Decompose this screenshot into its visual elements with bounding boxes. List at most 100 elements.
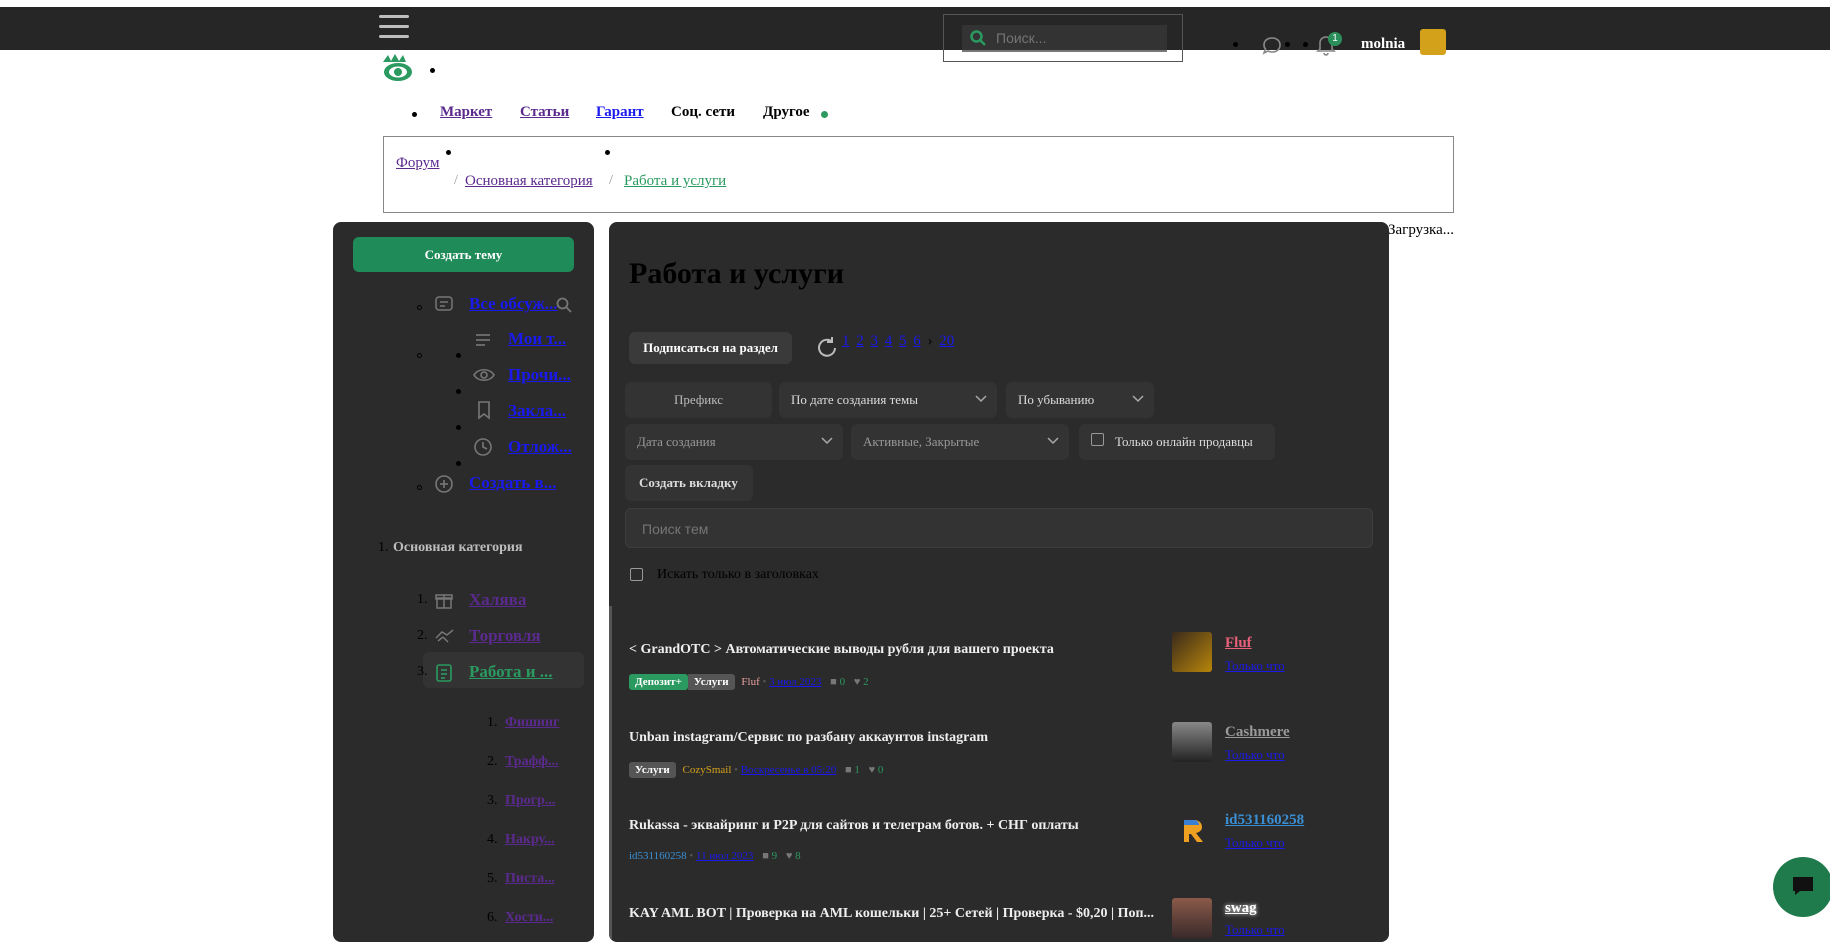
pagination: 1 2 3 4 5 6 › 20 [842,333,957,350]
create-thread-button[interactable]: Создать тему [353,237,574,272]
thread-author[interactable]: id531160258 [629,850,687,862]
subcategory-phishing[interactable]: Фишинг [505,715,570,731]
last-post-time[interactable]: Только что [1225,658,1285,674]
chat-icon[interactable] [1262,36,1282,56]
sort-select[interactable]: По дате создания темы [779,382,997,418]
list-bullet [1233,42,1238,47]
nav-garant[interactable]: Гарант [596,104,644,121]
page-link[interactable]: 1 [842,333,850,349]
thread-title[interactable]: Unban instagram/Сервис по разбану аккаун… [629,730,1159,746]
online-only-checkbox[interactable] [1091,433,1104,446]
sidebar-deferred[interactable]: Отлож... [508,437,584,457]
menu-icon[interactable] [379,15,409,41]
like-count: 8 [795,850,801,862]
breadcrumb-current[interactable]: Работа и услуги [624,173,726,190]
header-search-input[interactable] [994,27,1163,49]
search-icon[interactable] [555,296,573,314]
list-bullet [605,150,610,155]
sidebar-bookmarks[interactable]: Закла... [508,401,584,421]
chevron-down-icon [821,437,833,445]
thread-date[interactable]: Воскресенье в 05:20 [741,764,836,776]
subcategory-hosting[interactable]: Хости... [505,910,570,926]
avatar[interactable] [1172,898,1212,938]
clipboard-icon [436,664,452,682]
last-poster[interactable]: Cashmere [1225,724,1290,741]
sidebar-create-tab[interactable]: Создать в... [469,473,569,493]
avatar[interactable] [1172,722,1212,762]
breadcrumb-forum[interactable]: Форум [396,155,439,172]
site-logo[interactable] [381,52,415,86]
page-link[interactable]: 6 [913,333,921,349]
last-poster[interactable]: swag [1225,900,1257,917]
sidebar-my-threads[interactable]: Мои т... [508,329,584,349]
page-link[interactable]: 2 [856,333,864,349]
date-select[interactable]: Дата создания [625,424,843,460]
category-freebies[interactable]: Халява [469,590,569,610]
sidebar-all-discussions[interactable]: Все обсуж... [469,294,559,314]
chat-button[interactable] [1773,857,1830,917]
thread-meta: id531160258 • 11 июл 2023 ■ 9 ♥ 8 [629,850,801,862]
create-tab-button[interactable]: Создать вкладку [625,465,753,501]
chevron-right-icon[interactable]: › [928,333,933,349]
last-poster[interactable]: Fluf [1225,635,1252,652]
user-avatar[interactable] [1420,29,1446,55]
titles-only-checkbox[interactable] [630,568,643,581]
page-title: Работа и услуги [629,257,845,290]
last-poster[interactable]: id531160258 [1225,812,1304,829]
subscribe-button[interactable]: Подписаться на раздел [629,332,792,364]
status-select[interactable]: Активные, Закрытые [851,424,1069,460]
online-only-filter[interactable]: Только онлайн продавцы [1079,424,1275,460]
nav-other[interactable]: Другое [763,104,810,121]
thread-search-input[interactable] [640,517,1344,541]
nav-articles[interactable]: Статьи [520,104,569,121]
thread-title[interactable]: KAY AML BOT | Проверка на AML кошельки |… [629,906,1161,922]
page-link[interactable]: 3 [871,333,879,349]
refresh-icon[interactable] [815,336,839,360]
subcategory-traffic[interactable]: Трафф... [505,754,570,770]
username[interactable]: molnia [1361,36,1405,53]
tag-services[interactable]: Услуги [629,762,676,778]
page-link[interactable]: 20 [939,333,954,349]
like-count: 2 [863,676,869,688]
breadcrumb-main-category[interactable]: Основная категория [465,173,593,190]
replies-icon: ■ [830,676,837,688]
heart-icon: ♥ [853,676,861,688]
subcategory-boosting[interactable]: Накру... [505,832,570,848]
thread-author[interactable]: CozySmail [683,764,732,776]
nav-social[interactable]: Соц. сети [671,104,735,121]
last-post-time[interactable]: Только что [1225,835,1285,851]
plus-circle-icon [435,475,453,493]
thread-title[interactable]: < GrandOTC > Автоматические выводы рубля… [629,642,1159,658]
category-trade[interactable]: Торговля [469,626,569,646]
sidebar: Создать тему Все обсуж... Мои т... Прочи… [333,222,594,942]
header-search-field[interactable] [962,25,1167,52]
category-work-services[interactable]: Работа и ... [469,662,569,682]
prefix-filter[interactable]: Префикс [625,382,772,418]
order-select[interactable]: По убыванию [1006,382,1154,418]
last-post-time[interactable]: Только что [1225,922,1285,938]
sidebar-read[interactable]: Прочи... [508,365,584,385]
clock-icon [474,438,492,456]
thread-title[interactable]: Rukassa - эквайринг и P2P для сайтов и т… [629,818,1159,834]
avatar[interactable] [1172,810,1212,850]
page-link[interactable]: 4 [885,333,893,349]
reply-count: 9 [771,850,778,862]
thread-author[interactable]: Fluf [741,676,759,688]
thread-date[interactable]: 11 июл 2023 [696,850,753,862]
nav-market[interactable]: Маркет [440,104,492,121]
subcategory-programming[interactable]: Прогр... [505,793,570,809]
category-title: Основная категория [393,540,523,555]
header-search [943,14,1183,62]
tag-services[interactable]: Услуги [687,674,735,690]
notification-badge: 1 [1328,32,1342,46]
tag-deposit[interactable]: Депозит+ [629,674,688,690]
last-post-time[interactable]: Только что [1225,747,1285,763]
page-link[interactable]: 5 [899,333,907,349]
replies-icon: ■ [762,850,769,862]
list-bullet [412,112,417,117]
thread-date[interactable]: 3 июл 2023 [769,676,821,688]
avatar[interactable] [1172,632,1212,672]
list-bullet [446,150,451,155]
loading-text: Загрузка... [1388,222,1455,238]
subcategory-writing[interactable]: Писта... [505,871,570,887]
